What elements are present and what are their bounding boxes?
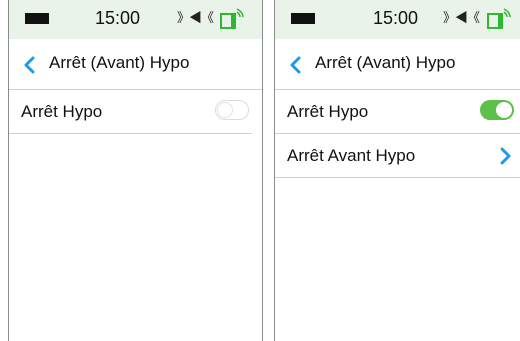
row-label: Arrêt Hypo [21, 102, 103, 121]
sound-icon: 》◀《 [177, 10, 214, 25]
row-label: Arrêt Hypo [287, 102, 369, 121]
phone-screen-right: 15:00 》◀《 Arrêt (Avant) Hypo Arrêt Hypo … [274, 0, 520, 341]
list-item-arret-avant-hypo[interactable]: Arrêt Avant Hypo [275, 134, 520, 178]
chevron-left-icon[interactable] [23, 56, 35, 74]
chevron-right-icon[interactable] [500, 147, 512, 165]
status-bar: 15:00 》◀《 [275, 0, 520, 39]
toggle-knob [217, 102, 233, 118]
list-item-arret-hypo[interactable]: Arrêt Hypo [9, 90, 252, 134]
device-status-icon [487, 8, 511, 29]
sound-icon: 》◀《 [443, 10, 480, 25]
row-label: Arrêt Avant Hypo [287, 146, 416, 165]
toggle-knob [496, 102, 512, 118]
status-time: 15:00 [373, 8, 419, 28]
arret-hypo-toggle[interactable] [480, 100, 514, 120]
page-title: Arrêt (Avant) Hypo [49, 53, 190, 72]
battery-icon [25, 13, 49, 24]
status-time: 15:00 [95, 8, 141, 28]
battery-icon [291, 13, 315, 24]
arret-hypo-toggle[interactable] [215, 100, 249, 120]
status-bar: 15:00 》◀《 [9, 0, 262, 39]
list-item-arret-hypo[interactable]: Arrêt Hypo [275, 90, 520, 134]
device-status-icon [220, 8, 244, 29]
nav-bar: Arrêt (Avant) Hypo [9, 39, 262, 90]
nav-bar: Arrêt (Avant) Hypo [275, 39, 520, 90]
page-title: Arrêt (Avant) Hypo [315, 53, 456, 72]
chevron-left-icon[interactable] [289, 56, 301, 74]
phone-screen-left: 15:00 》◀《 Arrêt (Avant) Hypo Arrêt Hypo [8, 0, 263, 341]
